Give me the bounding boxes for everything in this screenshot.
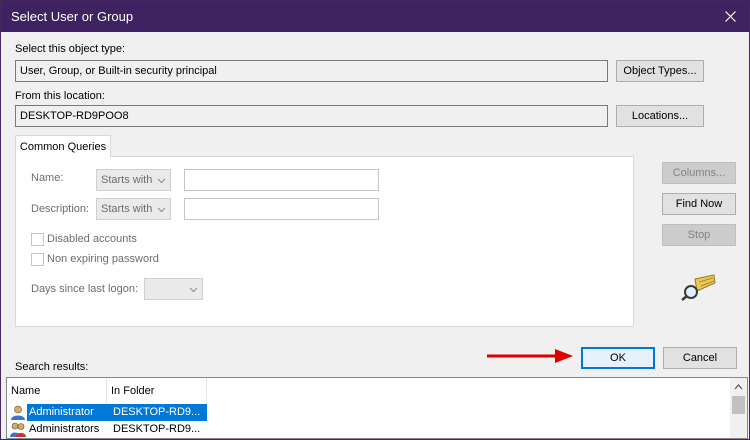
ok-button[interactable]: OK	[581, 347, 655, 369]
chevron-down-icon	[157, 207, 166, 213]
description-label: Description:	[31, 203, 90, 215]
non-expiring-password-checkbox[interactable]	[31, 253, 44, 266]
search-key-icon	[681, 274, 716, 301]
name-mode-select[interactable]: Starts with	[96, 169, 171, 191]
scroll-thumb[interactable]	[732, 396, 745, 414]
cancel-button[interactable]: Cancel	[663, 347, 737, 369]
non-expiring-password-label: Non expiring password	[47, 253, 159, 265]
row-name: Administrator	[27, 404, 107, 421]
tab-common-queries[interactable]: Common Queries	[15, 135, 111, 157]
common-queries-panel: Name: Starts with Description: Starts wi…	[15, 156, 634, 327]
object-type-label: Select this object type:	[15, 43, 126, 55]
window-title: Select User or Group	[11, 9, 134, 24]
find-now-button[interactable]: Find Now	[662, 193, 736, 215]
search-results-label: Search results:	[15, 361, 89, 373]
name-input[interactable]	[184, 169, 379, 191]
locations-button[interactable]: Locations...	[616, 105, 704, 127]
chevron-down-icon	[189, 287, 198, 293]
location-field: DESKTOP-RD9POO8	[15, 105, 608, 127]
chevron-down-icon	[157, 178, 166, 184]
title-bar: Select User or Group	[1, 1, 749, 32]
row-folder: DESKTOP-RD9...	[113, 423, 201, 435]
stop-button[interactable]: Stop	[662, 224, 736, 246]
close-button[interactable]	[711, 1, 749, 32]
days-since-logon-label: Days since last logon:	[31, 283, 138, 295]
annotation-arrow	[487, 349, 573, 363]
description-input[interactable]	[184, 198, 379, 220]
results-scrollbar[interactable]	[730, 378, 747, 438]
column-header-name[interactable]: Name	[7, 378, 107, 404]
row-folder: DESKTOP-RD9...	[107, 404, 207, 421]
select-user-or-group-dialog: Select User or Group Select this object …	[0, 0, 750, 440]
name-label: Name:	[31, 172, 64, 184]
group-icon	[10, 422, 26, 437]
table-row[interactable]: Administrators DESKTOP-RD9...	[7, 421, 732, 438]
user-icon	[11, 405, 25, 420]
description-mode-select[interactable]: Starts with	[96, 198, 171, 220]
column-header-in-folder[interactable]: In Folder	[107, 378, 207, 404]
object-type-field: User, Group, or Built-in security princi…	[15, 60, 608, 82]
object-types-button[interactable]: Object Types...	[616, 60, 704, 82]
close-icon	[724, 11, 736, 22]
row-name: Administrators	[29, 423, 100, 435]
location-label: From this location:	[15, 90, 105, 102]
search-results-list[interactable]: Name In Folder Administrator DESKTOP-RD9…	[6, 377, 748, 439]
name-mode-value: Starts with	[101, 174, 153, 186]
columns-button[interactable]: Columns...	[662, 162, 736, 184]
description-mode-value: Starts with	[101, 203, 153, 215]
scroll-up-button[interactable]	[730, 378, 747, 395]
disabled-accounts-label: Disabled accounts	[47, 233, 137, 245]
table-row[interactable]: Administrator DESKTOP-RD9...	[7, 404, 732, 421]
disabled-accounts-checkbox[interactable]	[31, 233, 44, 246]
days-since-logon-select[interactable]	[144, 278, 203, 300]
scroll-up-icon	[734, 383, 743, 389]
